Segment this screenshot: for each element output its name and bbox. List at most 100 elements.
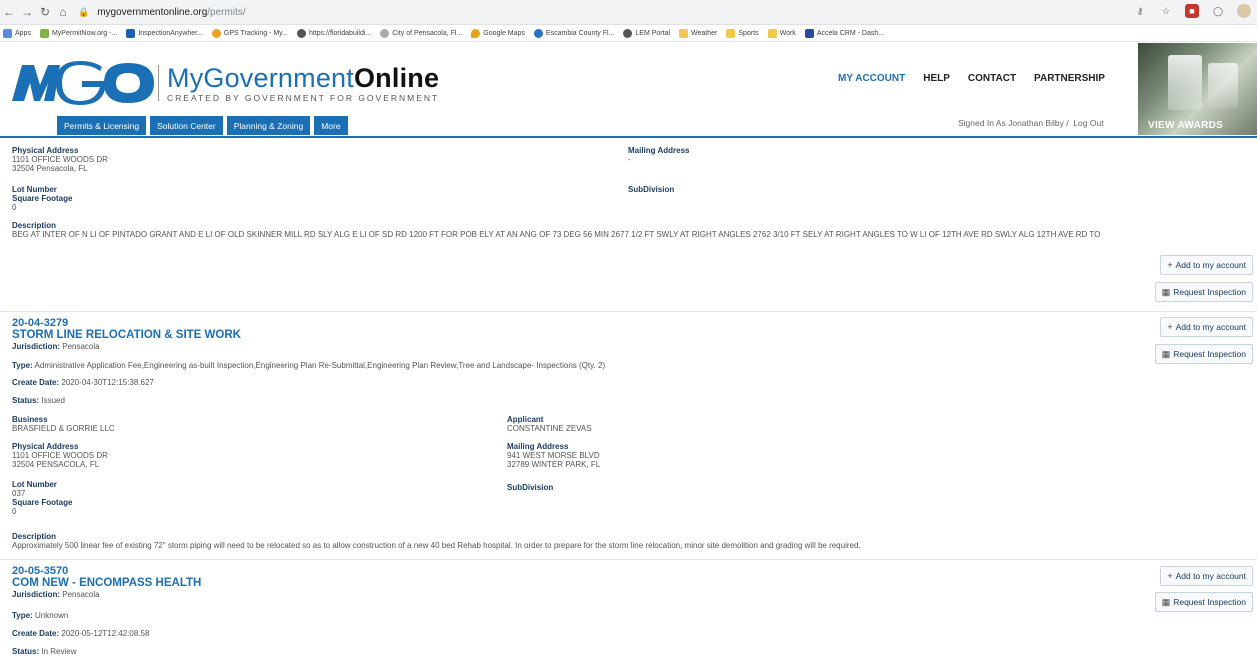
escambia-icon — [533, 28, 543, 38]
jurisdiction-row: Jurisdiction: Pensacola — [12, 342, 100, 351]
awards-banner[interactable]: VIEW AWARDS — [1138, 43, 1257, 135]
lot-number-label: Lot Number — [12, 480, 57, 489]
globe-icon — [623, 28, 633, 38]
bookmark-google-maps[interactable]: Google Maps — [471, 28, 525, 38]
key-icon[interactable]: ⚷ — [1133, 4, 1147, 18]
logo-wordmark[interactable]: MyGovernmentOnline CREATED BY GOVERNMENT… — [167, 63, 440, 104]
permit-card: Physical Address 1101 OFFICE WOODS DR 32… — [0, 139, 1257, 311]
bookmark-gps-tracking[interactable]: GPS Tracking - My... — [211, 28, 288, 38]
bookmark-weather[interactable]: Weather — [679, 28, 717, 38]
help-link[interactable]: HELP — [923, 73, 950, 84]
permit-title-link[interactable]: COM NEW - ENCOMPASS HEALTH — [12, 577, 201, 590]
address-bar[interactable]: 🔒 mygovernmentonline.org/permits/ — [78, 2, 246, 22]
my-account-link[interactable]: MY ACCOUNT — [838, 73, 905, 84]
bookmark-mypermitnow[interactable]: MyPermitNow.org -... — [39, 28, 117, 38]
permit-title-link[interactable]: STORM LINE RELOCATION & SITE WORK — [12, 329, 241, 342]
bookmark-work[interactable]: Work — [767, 28, 796, 38]
physical-address-line1: 1101 OFFICE WOODS DR — [12, 155, 108, 164]
calendar-icon: ▦ — [1161, 286, 1171, 297]
logout-link[interactable]: Log Out — [1073, 118, 1103, 128]
logo-main-light: MyGovernment — [167, 63, 354, 93]
add-to-account-button[interactable]: + Add to my account — [1160, 317, 1253, 337]
apps-grid-icon — [3, 28, 12, 38]
description-value: BEG AT INTER OF N LI OF PINTADO GRANT AN… — [12, 230, 1101, 239]
add-to-account-button[interactable]: + Add to my account — [1160, 255, 1253, 275]
contact-link[interactable]: CONTACT — [968, 73, 1016, 84]
description-value: Approximately 500 linear fee of existing… — [12, 541, 861, 550]
permit-card: 20-05-3570 COM NEW - ENCOMPASS HEALTH Ju… — [0, 559, 1257, 662]
back-icon[interactable]: ← — [0, 5, 18, 19]
map-pin-icon — [471, 28, 481, 38]
lot-number-label: Lot Number — [12, 185, 57, 194]
globe-icon — [296, 28, 306, 38]
subdivision-label: SubDivision — [507, 483, 554, 492]
lot-number-value: 037 — [12, 489, 26, 498]
extension-icon[interactable]: ■ — [1185, 4, 1199, 18]
accela-icon — [804, 28, 814, 38]
description-label: Description — [12, 532, 57, 541]
calendar-icon: ▦ — [1161, 348, 1171, 359]
trophy-image — [1208, 63, 1238, 108]
bookmark-floridabuilding[interactable]: https://floridabuildi... — [296, 28, 371, 38]
url-host: mygovernmentonline.org — [97, 6, 208, 18]
physical-address-label: Physical Address — [12, 146, 79, 155]
lock-icon: 🔒 — [78, 6, 90, 17]
circle-extension-icon[interactable]: ◯ — [1211, 4, 1225, 18]
trophy-image — [1168, 55, 1202, 110]
bookmark-inspectionanywhere[interactable]: InspectionAnywher... — [126, 28, 203, 38]
permit-number-link[interactable]: 20-05-3570 — [12, 565, 201, 577]
add-to-account-button[interactable]: + Add to my account — [1160, 566, 1253, 586]
logo-main-bold: Online — [353, 63, 440, 93]
signed-in-status: Signed In As Jonathan Bilby / Log Out — [958, 118, 1104, 128]
browser-toolbar: ← → ↻ ⌂ 🔒 mygovernmentonline.org/permits… — [0, 0, 1257, 25]
create-date-row: Create Date: 2020-04-30T12:15:38.627 — [12, 378, 154, 387]
reload-icon[interactable]: ↻ — [36, 5, 54, 19]
status-badge: In Review — [41, 647, 77, 656]
status-row: Status: Issued — [12, 396, 65, 405]
physical-address-line1: 1101 OFFICE WOODS DR — [12, 451, 108, 460]
mailing-address-label: Mailing Address — [507, 442, 569, 451]
main-nav: Permits & Licensing Solution Center Plan… — [57, 116, 348, 135]
tab-solution-center[interactable]: Solution Center — [150, 116, 223, 135]
partnership-link[interactable]: PARTNERSHIP — [1034, 73, 1105, 84]
tab-more[interactable]: More — [314, 116, 348, 135]
top-links: MY ACCOUNT HELP CONTACT PARTNERSHIP — [838, 73, 1123, 84]
plus-icon: + — [1167, 571, 1173, 581]
request-inspection-button[interactable]: ▦ Request Inspection — [1154, 344, 1253, 364]
site-header: MyGovernmentOnline CREATED BY GOVERNMENT… — [0, 43, 1257, 139]
mailing-address-label: Mailing Address — [628, 146, 690, 155]
logo-tagline: CREATED BY GOVERNMENT FOR GOVERNMENT — [167, 93, 440, 103]
bookmark-escambia[interactable]: Escambia County Fl... — [533, 28, 614, 38]
profile-avatar-icon[interactable] — [1237, 4, 1251, 18]
subdivision-label: SubDivision — [628, 185, 675, 194]
folder-icon — [726, 28, 736, 38]
bookmark-sports[interactable]: Sports — [726, 28, 759, 38]
bookmark-accela[interactable]: Accela CRM - Dash... — [804, 28, 884, 38]
mgo-logo[interactable] — [8, 57, 158, 107]
business-value: BRASFIELD & GORRIE LLC — [12, 424, 115, 433]
square-footage-label: Square Footage — [12, 194, 73, 203]
type-row: Type: Unknown — [12, 611, 69, 620]
star-icon[interactable]: ☆ — [1159, 4, 1173, 18]
request-inspection-button[interactable]: ▦ Request Inspection — [1154, 592, 1253, 612]
physical-address-line2: 32504 PENSACOLA, FL — [12, 460, 100, 469]
create-date-row: Create Date: 2020-05-12T12:42:08.58 — [12, 629, 150, 638]
bookmark-apps[interactable]: Apps — [3, 28, 31, 38]
calendar-icon: ▦ — [1161, 596, 1171, 607]
forward-icon[interactable]: → — [18, 5, 36, 19]
mailing-address-line2: 32789 WINTER PARK, FL — [507, 460, 601, 469]
bookmark-city-pensacola[interactable]: City of Pensacola, Fl... — [380, 28, 462, 38]
tab-planning-zoning[interactable]: Planning & Zoning — [226, 116, 311, 135]
inspectionanywhere-icon — [126, 28, 136, 38]
bookmarks-bar: Apps MyPermitNow.org -... InspectionAnyw… — [0, 25, 1257, 42]
bookmark-lem-portal[interactable]: LEM Portal — [623, 28, 670, 38]
applicant-value: CONSTANTINE ZEVAS — [507, 424, 592, 433]
permit-number-link[interactable]: 20-04-3279 — [12, 317, 241, 329]
gps-icon — [211, 28, 221, 38]
mailing-address-line1: 941 WEST MORSE BLVD — [507, 451, 600, 460]
home-icon[interactable]: ⌂ — [54, 5, 72, 19]
physical-address-line2: 32504 Pensacola, FL — [12, 164, 88, 173]
tab-permits-licensing[interactable]: Permits & Licensing — [57, 116, 147, 135]
request-inspection-button[interactable]: ▦ Request Inspection — [1154, 282, 1253, 302]
type-row: Type: Administrative Application Fee,Eng… — [12, 361, 606, 370]
